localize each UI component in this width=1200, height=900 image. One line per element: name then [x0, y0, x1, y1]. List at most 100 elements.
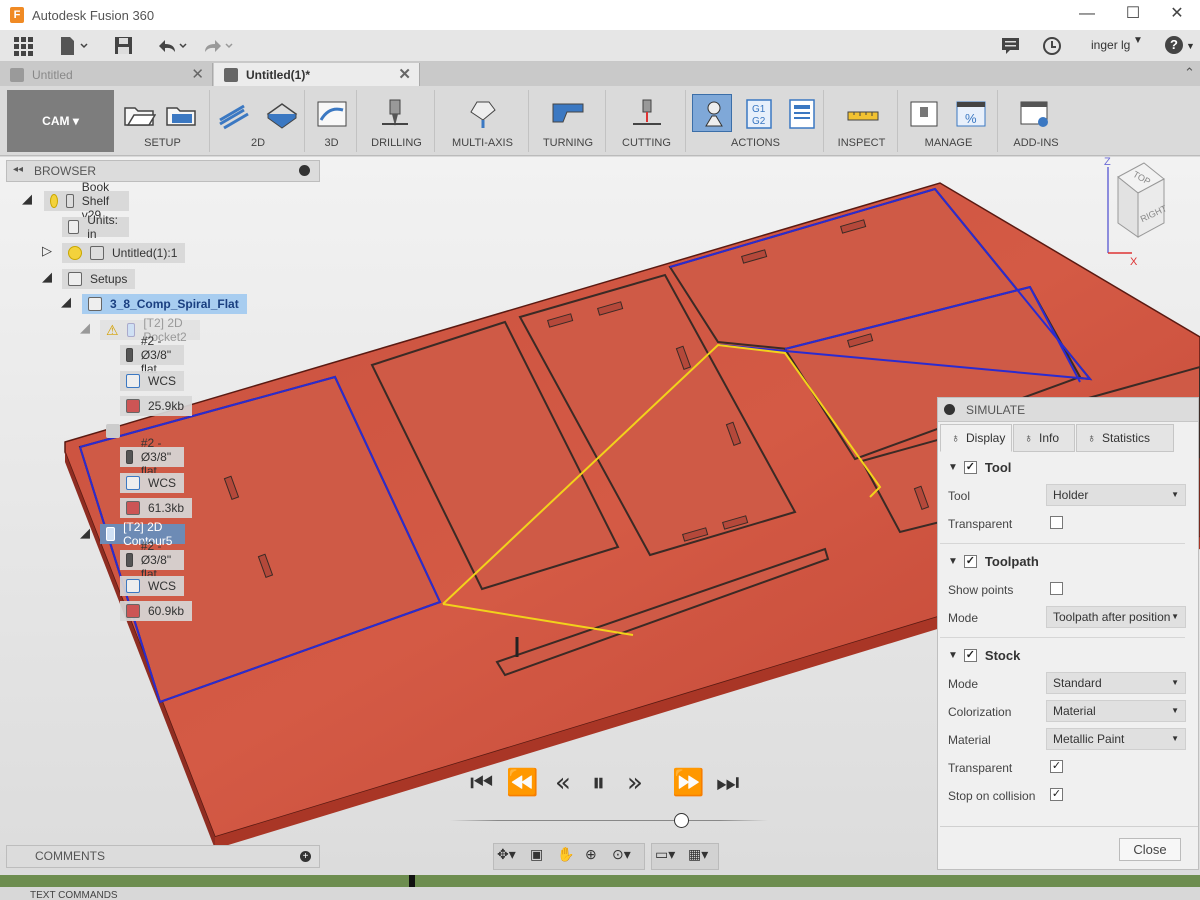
- close-icon[interactable]: ✕: [398, 65, 411, 83]
- toolpath-section-checkbox[interactable]: ✓: [963, 555, 977, 568]
- stock-mode-dropdown[interactable]: Standard ▼: [1046, 672, 1186, 694]
- expand-icon[interactable]: ◢: [80, 320, 90, 336]
- tree-item-wcs[interactable]: WCS: [120, 371, 184, 391]
- next-operation-icon[interactable]: ⏩: [672, 768, 704, 798]
- undo-icon[interactable]: [155, 36, 191, 56]
- look-at-icon[interactable]: ▣: [530, 846, 543, 863]
- toolpath-section-header[interactable]: ▼ ✓ Toolpath: [948, 554, 1039, 569]
- redo-icon[interactable]: [201, 36, 237, 56]
- tree-item-book-shelf[interactable]: Book Shelf v29: [44, 180, 130, 222]
- browser-options-icon[interactable]: [299, 165, 310, 176]
- tab-scroll-icon[interactable]: ⌃: [1184, 65, 1195, 81]
- tree-item-nc-size[interactable]: 25.9kb: [120, 396, 193, 416]
- collapse-panel-icon[interactable]: [944, 404, 955, 415]
- multi-axis-group[interactable]: MULTI-AXIS: [437, 90, 529, 152]
- collapse-icon[interactable]: ▼: [948, 462, 958, 473]
- browser-panel-header[interactable]: ◂◂ BROWSER: [6, 160, 320, 182]
- tab-display[interactable]: ♁ Display: [940, 424, 1012, 452]
- comment-icon[interactable]: [1001, 36, 1021, 56]
- manage-group[interactable]: % MANAGE: [900, 90, 998, 152]
- maximize-button[interactable]: ☐: [1110, 0, 1156, 30]
- expand-icon[interactable]: ◢: [22, 191, 32, 207]
- toolpath-mode-dropdown[interactable]: Toolpath after position ▼: [1046, 606, 1186, 628]
- tool-section-header[interactable]: ▼ ✓ Tool: [948, 460, 1011, 475]
- tree-item-nc-size[interactable]: 60.9kb: [120, 601, 193, 621]
- file-menu-icon[interactable]: [59, 36, 89, 56]
- tree-item-tool[interactable]: #2 - Ø3/8" flat: [120, 436, 185, 478]
- tree-item-nc-size[interactable]: 61.3kb: [120, 498, 193, 518]
- timeline-track[interactable]: [450, 820, 768, 821]
- view-cube[interactable]: TOP RIGHT Z X: [1098, 157, 1169, 268]
- expand-icon[interactable]: ◢: [80, 525, 90, 541]
- actions-group[interactable]: G1 G2 ACTIONS: [688, 90, 824, 152]
- visibility-bulb-icon[interactable]: [68, 246, 82, 260]
- tree-item-wcs[interactable]: WCS: [120, 576, 184, 596]
- 2d-group[interactable]: 2D: [212, 90, 305, 152]
- close-icon[interactable]: ✕: [191, 65, 204, 83]
- tree-item-tool[interactable]: #2 - Ø3/8" flat: [120, 539, 185, 581]
- material-dropdown[interactable]: Metallic Paint ▼: [1046, 728, 1186, 750]
- turning-group[interactable]: TURNING: [531, 90, 606, 152]
- stop-on-collision-checkbox[interactable]: ✓: [1050, 788, 1063, 801]
- stock-transparent-checkbox[interactable]: ✓: [1050, 760, 1063, 773]
- grid-settings-icon[interactable]: ▦▾: [688, 846, 708, 863]
- step-forward-icon[interactable]: »: [627, 768, 643, 798]
- close-window-button[interactable]: ✕: [1154, 0, 1200, 30]
- expand-icon[interactable]: ◢: [42, 269, 52, 285]
- tool-dropdown[interactable]: Holder ▼: [1046, 484, 1186, 506]
- svg-text:%: %: [965, 111, 977, 126]
- drilling-group[interactable]: DRILLING: [359, 90, 435, 152]
- tree-item-setup-spiral[interactable]: 3_8_Comp_Spiral_Flat: [82, 294, 247, 314]
- setup-group[interactable]: SETUP: [116, 90, 210, 152]
- tree-item-units[interactable]: Units: in: [62, 213, 129, 241]
- expand-icon[interactable]: ▷: [42, 243, 52, 259]
- zoom-icon[interactable]: ⊕: [585, 846, 597, 863]
- job-status-icon[interactable]: [1042, 36, 1062, 56]
- stock-section-header[interactable]: ▼ ✓ Stock: [948, 648, 1020, 663]
- add-comment-icon[interactable]: +: [300, 851, 311, 862]
- collapse-browser-icon[interactable]: ◂◂: [13, 164, 23, 175]
- help-icon[interactable]: ?: [1165, 36, 1183, 54]
- collapse-icon[interactable]: ▼: [948, 650, 958, 661]
- tab-statistics[interactable]: ♁ Statistics: [1076, 424, 1174, 452]
- timeline-slider-handle[interactable]: [674, 813, 689, 828]
- go-to-end-icon[interactable]: ⏭: [716, 768, 739, 799]
- step-back-icon[interactable]: «: [555, 768, 571, 798]
- comments-panel[interactable]: COMMENTS +: [6, 845, 320, 868]
- tab-info[interactable]: ♁ Info: [1013, 424, 1075, 452]
- zoom-window-icon[interactable]: ⊙▾: [612, 846, 631, 863]
- pan-icon[interactable]: ✋: [557, 846, 574, 863]
- cutting-group[interactable]: CUTTING: [608, 90, 686, 152]
- user-menu[interactable]: inger lg: [1091, 38, 1130, 52]
- text-commands-bar[interactable]: TEXT COMMANDS: [0, 887, 1200, 900]
- tab-untitled-1[interactable]: Untitled(1)* ✕: [214, 63, 420, 86]
- tree-item-tool[interactable]: #2 - Ø3/8" flat: [120, 334, 185, 376]
- go-to-start-icon[interactable]: ⏮: [470, 768, 493, 799]
- tree-item-component[interactable]: Untitled(1):1: [62, 243, 186, 263]
- inspect-group[interactable]: INSPECT: [826, 90, 898, 152]
- app-grid-icon[interactable]: [13, 36, 33, 56]
- pause-icon[interactable]: ⏸: [592, 768, 605, 799]
- save-icon[interactable]: [114, 36, 134, 56]
- dropdown-value: Material: [1053, 704, 1096, 718]
- timeline-marker[interactable]: [409, 875, 415, 887]
- tree-item-wcs[interactable]: WCS: [120, 473, 184, 493]
- close-simulation-button[interactable]: Close: [1119, 838, 1181, 861]
- display-settings-icon[interactable]: ▭▾: [655, 846, 675, 863]
- 3d-group[interactable]: 3D: [307, 90, 357, 152]
- add-ins-group[interactable]: ADD-INS: [1000, 90, 1072, 152]
- previous-operation-icon[interactable]: ⏪: [506, 768, 538, 798]
- collapse-icon[interactable]: ▼: [948, 556, 958, 567]
- tool-section-checkbox[interactable]: ✓: [963, 461, 977, 474]
- tab-untitled[interactable]: Untitled ✕: [0, 63, 213, 86]
- minimize-button[interactable]: —: [1064, 0, 1110, 30]
- tree-item-setups[interactable]: Setups: [62, 269, 136, 289]
- tool-transparent-checkbox[interactable]: [1050, 516, 1063, 529]
- stock-section-checkbox[interactable]: ✓: [963, 649, 977, 662]
- visibility-bulb-icon[interactable]: [50, 194, 58, 208]
- workspace-switcher[interactable]: CAM ▾: [7, 90, 114, 152]
- show-points-checkbox[interactable]: [1050, 582, 1063, 595]
- colorization-dropdown[interactable]: Material ▼: [1046, 700, 1186, 722]
- expand-icon[interactable]: ◢: [61, 294, 71, 310]
- orbit-icon[interactable]: ✥▾: [497, 846, 516, 863]
